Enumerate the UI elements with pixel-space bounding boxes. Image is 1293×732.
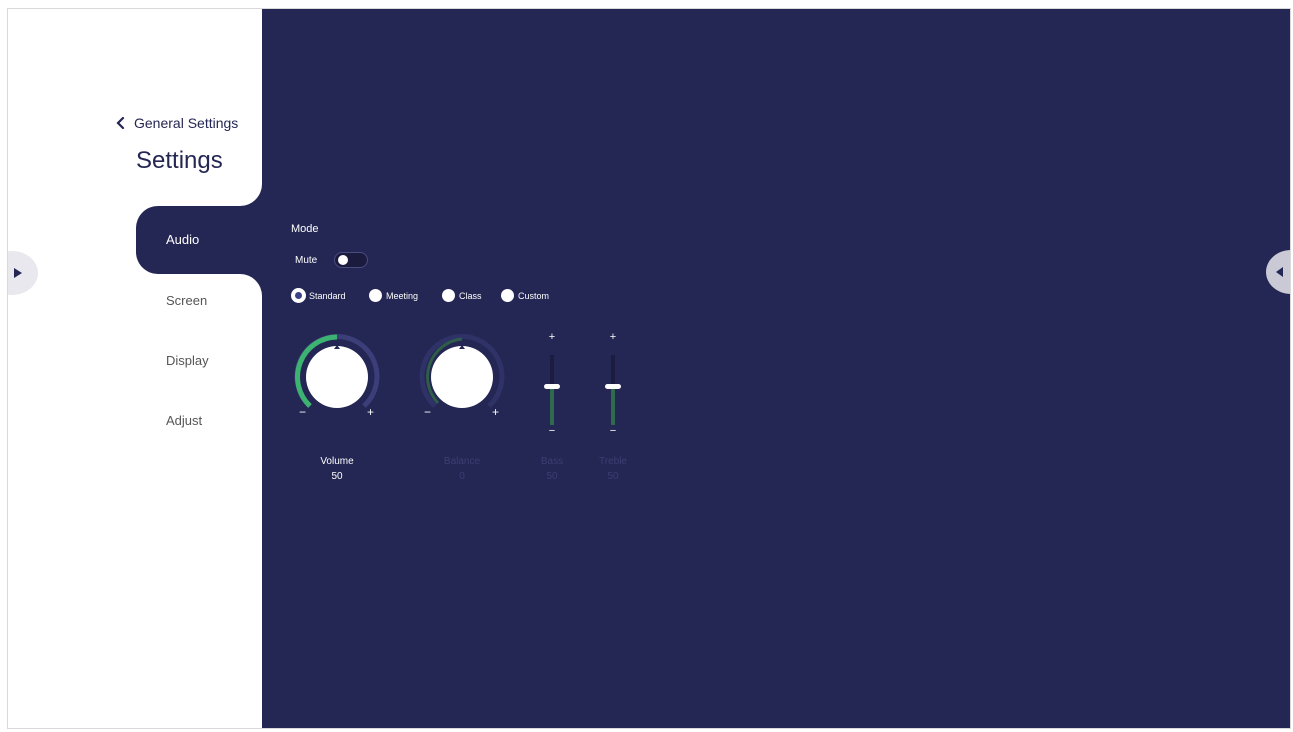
treble-minus-icon: − bbox=[609, 425, 617, 437]
sidebar: General Settings Settings Audio Screen D… bbox=[8, 9, 262, 728]
bass-plus-icon: + bbox=[548, 331, 556, 343]
settings-window: General Settings Settings Audio Screen D… bbox=[7, 8, 1291, 729]
mute-toggle[interactable] bbox=[334, 252, 368, 268]
toggle-knob bbox=[338, 255, 348, 265]
sidebar-item-display[interactable]: Display bbox=[166, 353, 209, 368]
back-link-label: General Settings bbox=[134, 115, 239, 131]
balance-label: Balance bbox=[443, 456, 481, 467]
expand-left-handle[interactable] bbox=[8, 251, 38, 295]
expand-right-handle[interactable] bbox=[1266, 250, 1290, 294]
sidebar-item-label: Audio bbox=[166, 232, 200, 247]
chevron-left-icon bbox=[116, 116, 125, 130]
bass-slider[interactable]: + − bbox=[542, 331, 562, 441]
balance-value: 0 bbox=[459, 471, 465, 482]
treble-slider-fill bbox=[611, 388, 615, 425]
treble-slider[interactable]: + − bbox=[603, 331, 623, 441]
mode-option-label: Meeting bbox=[386, 290, 419, 301]
mute-label: Mute bbox=[295, 255, 318, 266]
mode-option-meeting[interactable]: Meeting bbox=[369, 289, 418, 302]
page-title: Settings bbox=[136, 147, 223, 174]
volume-knob[interactable]: − + bbox=[287, 327, 387, 427]
bass-label: Bass bbox=[540, 456, 564, 467]
bass-slider-thumb[interactable] bbox=[544, 384, 560, 389]
mode-option-standard[interactable]: Standard bbox=[292, 289, 346, 302]
bass-minus-icon: − bbox=[548, 425, 556, 437]
sidebar-item-audio[interactable]: Audio bbox=[136, 206, 262, 274]
balance-knob[interactable]: − + bbox=[412, 327, 512, 427]
treble-label: Treble bbox=[599, 456, 627, 467]
treble-slider-thumb[interactable] bbox=[605, 384, 621, 389]
arrow-left-icon bbox=[1276, 267, 1283, 277]
treble-plus-icon: + bbox=[609, 331, 617, 343]
radio-unselected-icon bbox=[369, 289, 382, 302]
volume-minus-icon: − bbox=[299, 405, 307, 419]
mode-option-class[interactable]: Class bbox=[442, 289, 482, 302]
mode-heading: Mode bbox=[291, 223, 319, 235]
volume-plus-icon: + bbox=[367, 405, 375, 419]
balance-minus-icon: − bbox=[424, 405, 432, 419]
volume-value: 50 bbox=[331, 471, 343, 482]
radio-unselected-icon bbox=[442, 289, 455, 302]
sidebar-item-screen[interactable]: Screen bbox=[166, 293, 207, 308]
mode-option-label: Standard bbox=[309, 290, 346, 301]
radio-selected-icon bbox=[292, 289, 305, 302]
radio-unselected-icon bbox=[501, 289, 514, 302]
treble-value: 50 bbox=[607, 471, 619, 482]
bass-value: 50 bbox=[546, 471, 558, 482]
sidebar-item-adjust[interactable]: Adjust bbox=[166, 413, 202, 428]
arrow-right-icon bbox=[14, 268, 22, 278]
bass-slider-fill bbox=[550, 388, 554, 425]
balance-plus-icon: + bbox=[492, 405, 500, 419]
volume-label: Volume bbox=[320, 456, 354, 467]
mode-option-label: Class bbox=[459, 290, 482, 301]
mode-option-custom[interactable]: Custom bbox=[501, 289, 549, 302]
back-general-settings-link[interactable]: General Settings bbox=[114, 115, 238, 131]
mode-option-label: Custom bbox=[518, 290, 550, 301]
